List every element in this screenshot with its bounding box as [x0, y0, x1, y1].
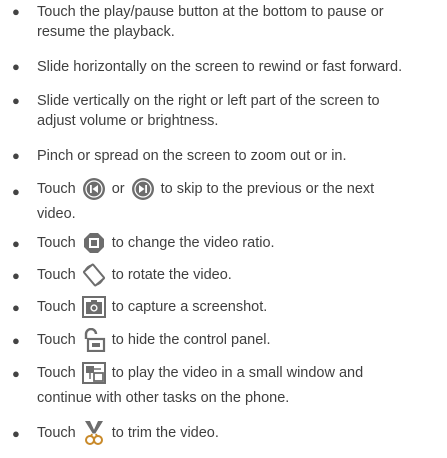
- item-text: Touch: [37, 425, 76, 441]
- rotate-icon: [82, 263, 106, 287]
- item-text: adjust volume or brightness.: [37, 113, 219, 129]
- item-text: or: [111, 181, 125, 197]
- item-text: Touch: [37, 235, 76, 251]
- ratio-icon: [82, 231, 106, 255]
- bullet: ●: [12, 366, 20, 381]
- item-text: to change the video ratio.: [111, 235, 275, 251]
- item-text: Touch: [37, 299, 76, 315]
- bullet: ●: [12, 333, 20, 348]
- item-text: Slide vertically on the right or left pa…: [37, 93, 380, 109]
- item-text: to trim the video.: [111, 425, 219, 441]
- item-text: Pinch or spread on the screen to zoom ou…: [37, 148, 347, 164]
- bullet: ●: [12, 300, 20, 315]
- item-text: to rotate the video.: [111, 267, 232, 283]
- instruction-list: ● Touch the play/pause button at the bot…: [0, 0, 447, 458]
- bullet: ●: [12, 4, 20, 19]
- item-text: Touch: [37, 181, 76, 197]
- item-text: video.: [37, 206, 76, 222]
- bullet: ●: [12, 93, 20, 108]
- bullet: ●: [12, 59, 20, 74]
- item-text: continue with other tasks on the phone.: [37, 390, 290, 406]
- item-text: to skip to the previous or the next: [160, 181, 375, 197]
- small-window-icon: [81, 361, 106, 385]
- bullet: ●: [12, 426, 20, 441]
- screenshot-icon: [81, 295, 106, 319]
- bullet: ●: [12, 236, 20, 251]
- item-text: Slide horizontally on the screen to rewi…: [37, 59, 403, 75]
- item-text: Touch: [37, 332, 76, 348]
- item-text: Touch: [37, 365, 76, 381]
- lock-icon: [82, 328, 106, 352]
- trim-icon: [82, 420, 106, 446]
- item-text: resume the playback.: [37, 24, 175, 40]
- previous-icon: [82, 177, 106, 201]
- bullet: ●: [12, 268, 20, 283]
- item-text: Touch the play/pause button at the botto…: [37, 4, 384, 20]
- next-icon: [131, 177, 155, 201]
- item-text: to hide the control panel.: [111, 332, 271, 348]
- bullet: ●: [12, 184, 20, 199]
- item-text: Touch: [37, 267, 76, 283]
- item-text: to play the video in a small window and: [111, 365, 364, 381]
- bullet: ●: [12, 148, 20, 163]
- item-text: to capture a screenshot.: [111, 299, 268, 315]
